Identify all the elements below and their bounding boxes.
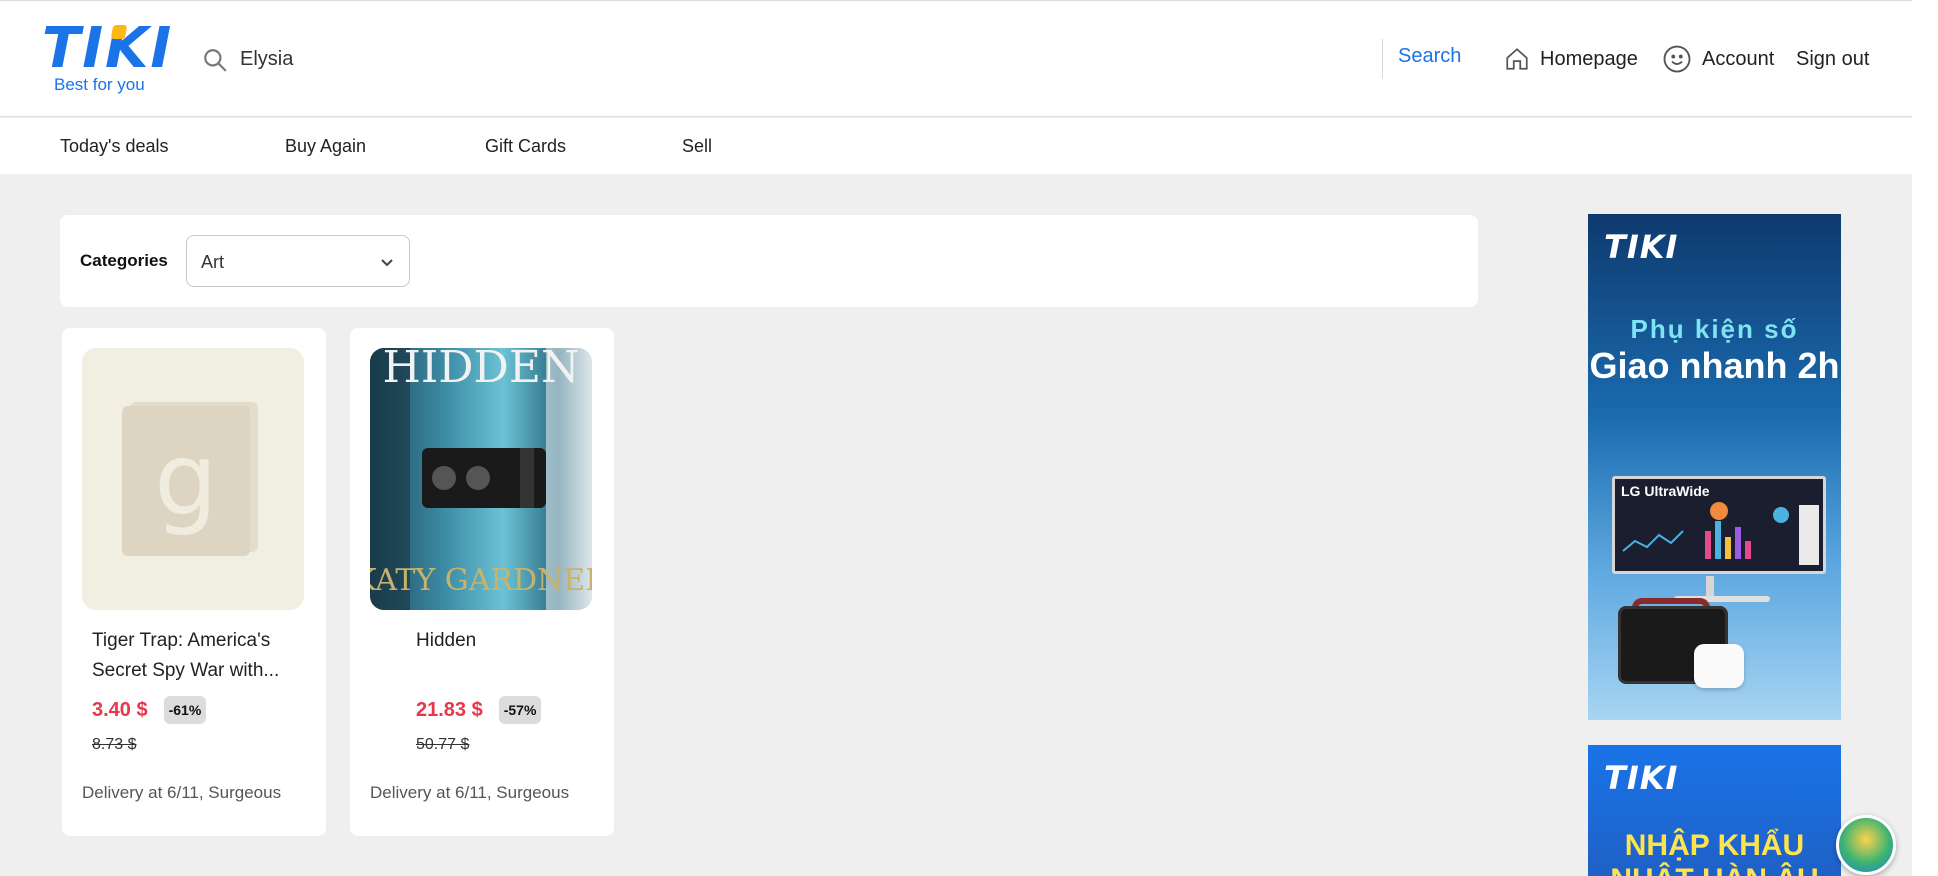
book-cover-hidden: HIDDEN KATY GARDNER	[370, 348, 592, 610]
page-edge	[1912, 0, 1938, 876]
delivery-info: Delivery at 6/11, Surgeous	[370, 783, 570, 802]
product-image[interactable]: g	[82, 348, 304, 610]
category-filter-bar: Categories Art	[60, 215, 1478, 307]
product-price: 21.83 $	[416, 698, 483, 721]
product-price: 3.40 $	[92, 698, 148, 721]
goodreads-book-icon: g	[122, 402, 258, 556]
monitor-screen-graphic	[1622, 502, 1819, 565]
categories-label: Categories	[80, 251, 168, 270]
home-icon	[1506, 48, 1528, 70]
ad-tiki-logo: TIKI	[1604, 759, 1679, 797]
cover-author: KATY GARDNER	[370, 563, 592, 598]
product-image[interactable]: HIDDEN KATY GARDNER	[370, 348, 592, 610]
search-divider	[1382, 39, 1383, 79]
original-price: 8.73 $	[92, 736, 137, 753]
search-icon	[204, 49, 227, 72]
nav-signout[interactable]: Sign out	[1796, 41, 1869, 77]
ad-banner-digital-accessories[interactable]: TIKI Phụ kiện số Giao nhanh 2h LG UltraW…	[1588, 214, 1841, 720]
product-card[interactable]: g Tiger Trap: America's Secret Spy War w…	[62, 328, 326, 836]
svg-text:g: g	[154, 421, 217, 538]
nav-homepage[interactable]: Homepage	[1504, 41, 1638, 77]
ad-banner-import[interactable]: TIKI NHẬP KHẨU NHẬT HÀN ÂU	[1588, 745, 1841, 876]
subnav-gift-cards[interactable]: Gift Cards	[485, 136, 566, 157]
subnav-sell[interactable]: Sell	[682, 136, 712, 157]
category-selected-value: Art	[201, 252, 225, 272]
nav-homepage-label: Homepage	[1540, 47, 1638, 70]
sub-navigation: Today's deals Buy Again Gift Cards Sell	[0, 118, 1912, 174]
monitor-image: LG UltraWide	[1612, 476, 1826, 574]
price-row: 21.83 $ -57%	[416, 696, 542, 724]
logo-accent-dot	[110, 25, 128, 39]
ad-tiki-logo: TIKI	[1604, 228, 1679, 266]
tiki-logo[interactable]: TIKI Best for you	[42, 21, 171, 97]
product-title[interactable]: Tiger Trap: America's Secret Spy War wit…	[92, 626, 308, 686]
nav-account-label: Account	[1702, 47, 1775, 70]
chevron-down-icon	[381, 259, 393, 267]
monitor-label: LG UltraWide	[1621, 483, 1710, 499]
logo-tagline: Best for you	[54, 75, 145, 94]
floating-promo-button[interactable]	[1836, 815, 1896, 875]
discount-badge: -57%	[498, 696, 542, 724]
discount-badge: -61%	[163, 696, 207, 724]
ad-headline: NHẬP KHẨU NHẬT HÀN ÂU	[1610, 829, 1818, 876]
product-title[interactable]: Hidden	[416, 626, 632, 656]
search-button[interactable]: Search	[1398, 45, 1461, 68]
price-row: 3.40 $ -61%	[92, 696, 207, 724]
category-select[interactable]: Art	[186, 235, 410, 287]
delivery-info: Delivery at 6/11, Surgeous	[82, 783, 282, 802]
earbuds-case-image	[1694, 644, 1744, 688]
subnav-buy-again[interactable]: Buy Again	[285, 136, 366, 157]
product-card[interactable]: HIDDEN KATY GARDNER Hidden 21.83 $ -57% …	[350, 328, 614, 836]
cover-title: HIDDEN	[383, 348, 580, 393]
nav-account[interactable]: Account	[1662, 41, 1774, 77]
monitor-stand	[1706, 576, 1714, 598]
page: TIKI Best for you Search Homepage Accoun…	[0, 0, 1912, 876]
subnav-todays-deals[interactable]: Today's deals	[60, 136, 169, 157]
nav-signout-label: Sign out	[1796, 47, 1870, 70]
ad-subtitle: Phụ kiện số	[1630, 314, 1799, 344]
original-price: 50.77 $	[416, 736, 470, 753]
header: TIKI Best for you Search Homepage Accoun…	[0, 1, 1912, 117]
search-input[interactable]	[240, 37, 1360, 81]
smiley-icon	[1663, 45, 1691, 73]
ad-headline: Giao nhanh 2h	[1589, 345, 1840, 386]
logo-wordmark: TIKI	[42, 16, 174, 81]
